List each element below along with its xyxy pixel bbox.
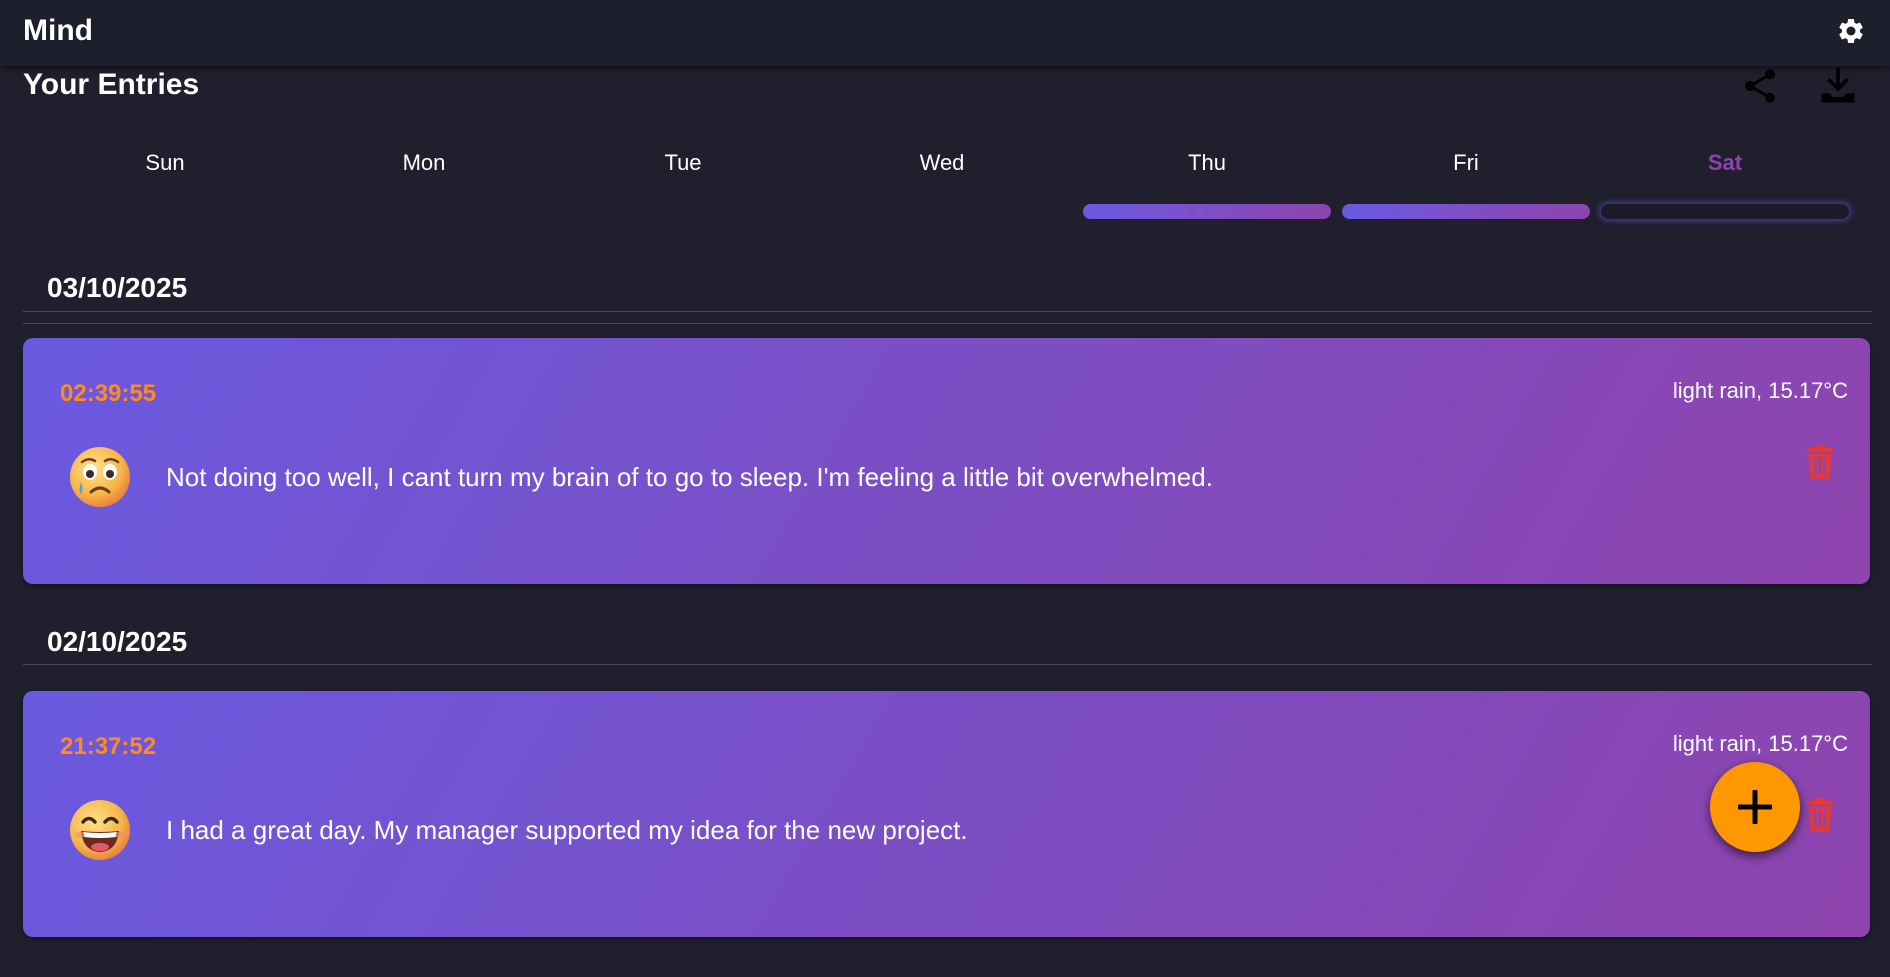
day-label: Fri [1453, 150, 1479, 175]
grinning-face-icon [70, 800, 130, 860]
app-title: Mind [23, 14, 93, 47]
share-button[interactable] [1740, 66, 1780, 106]
day-entry-bar [1601, 204, 1849, 219]
day-entry-bar [1342, 204, 1590, 219]
trash-icon [1806, 445, 1834, 479]
entry-time: 02:39:55 [60, 380, 157, 407]
entry-text: Not doing too well, I cant turn my brain… [166, 462, 1213, 492]
date-heading: 02/10/2025 [47, 626, 188, 657]
page-title: Your Entries [23, 68, 200, 101]
day-mon[interactable]: Mon [300, 150, 548, 224]
day-entry-bar [1083, 204, 1331, 219]
day-sat[interactable]: Sat [1601, 150, 1849, 224]
day-label: Sat [1707, 150, 1743, 175]
settings-button[interactable] [1836, 16, 1866, 46]
add-entry-button[interactable] [1710, 762, 1800, 852]
app-bar: Mind [0, 0, 1890, 66]
download-icon [1821, 67, 1855, 103]
day-tue[interactable]: Tue [559, 150, 807, 224]
day-label: Wed [919, 150, 965, 175]
divider [23, 323, 1872, 324]
day-label: Sun [145, 150, 185, 175]
plus-icon [1738, 790, 1772, 824]
download-button[interactable] [1816, 64, 1860, 108]
entry-time: 21:37:52 [60, 733, 157, 760]
day-label: Mon [402, 150, 446, 175]
entry-weather: light rain, 15.17°C [1672, 378, 1848, 403]
divider [23, 311, 1872, 312]
day-sun[interactable]: Sun [41, 150, 289, 224]
entry-card[interactable]: 21:37:52 light rain, 15.17°C I had a gre… [23, 691, 1870, 937]
gear-icon [1839, 18, 1863, 43]
date-heading: 03/10/2025 [47, 272, 188, 303]
day-wed[interactable]: Wed [818, 150, 1066, 224]
entry-card[interactable]: 02:39:55 light rain, 15.17°C Not doing t… [23, 338, 1870, 584]
day-fri[interactable]: Fri [1342, 150, 1590, 224]
day-label: Tue [664, 150, 702, 175]
share-icon [1745, 69, 1776, 103]
divider [23, 664, 1872, 665]
trash-icon [1806, 798, 1834, 832]
delete-button[interactable] [1804, 444, 1836, 480]
worried-face-icon [70, 447, 130, 507]
week-strip: Sun Mon Tue Wed Thu Fri Sat [41, 150, 1859, 230]
delete-button[interactable] [1804, 797, 1836, 833]
day-thu[interactable]: Thu [1083, 150, 1331, 224]
entry-text: I had a great day. My manager supported … [166, 815, 968, 845]
entry-weather: light rain, 15.17°C [1672, 731, 1848, 756]
day-label: Thu [1188, 150, 1226, 175]
